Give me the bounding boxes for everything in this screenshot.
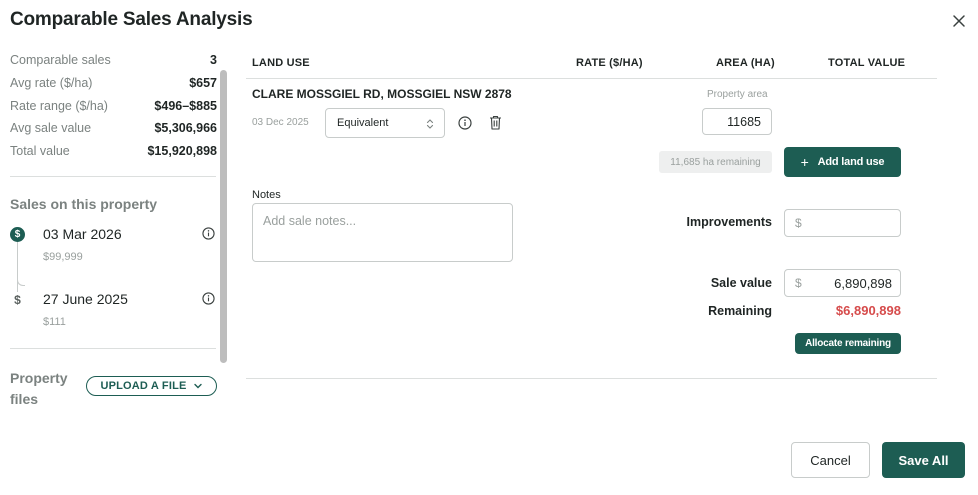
property-area-caption: Property area (707, 89, 768, 100)
property-address: CLARE MOSSGIEL RD, MOSSGIEL NSW 2878 (252, 87, 512, 101)
files-label-line: files (10, 391, 39, 407)
property-files-label: Property files (10, 368, 68, 410)
upload-file-button[interactable]: UPLOAD A FILE (86, 376, 217, 396)
sale-value-input[interactable]: $ 6,890,898 (784, 269, 901, 297)
divider (10, 348, 216, 349)
allocate-remaining-button[interactable]: Allocate remaining (795, 333, 901, 354)
land-use-select[interactable]: Equivalent (325, 108, 445, 138)
add-land-use-label: Add land use (817, 156, 885, 168)
left-panel-scrollbar[interactable] (220, 70, 227, 363)
info-icon[interactable] (202, 227, 215, 240)
header-total-value: TOTAL VALUE (828, 57, 906, 69)
chevron-down-icon (193, 383, 202, 389)
improvements-label: Improvements (686, 215, 772, 229)
sale-date: 27 June 2025 (43, 291, 128, 307)
remaining-label: Remaining (708, 304, 772, 318)
sale-value: 6,890,898 (834, 276, 892, 291)
stat-value: $496–$885 (154, 99, 217, 113)
stat-label: Comparable sales (10, 53, 111, 67)
stat-label: Rate range ($/ha) (10, 99, 108, 113)
sale-date: 03 Mar 2026 (43, 226, 122, 242)
stat-rate-range: Rate range ($/ha) $496–$885 (10, 99, 217, 113)
stat-value: $15,920,898 (147, 144, 217, 158)
section-divider (246, 378, 937, 379)
sale-price: $111 (43, 316, 66, 328)
area-input[interactable] (702, 108, 772, 135)
notes-label: Notes (252, 189, 281, 201)
stat-avg-sale-value: Avg sale value $5,306,966 (10, 121, 217, 135)
header-land-use: LAND USE (252, 57, 310, 69)
info-icon[interactable] (458, 116, 472, 130)
stat-value: 3 (210, 53, 217, 67)
sale-price: $99,999 (43, 251, 83, 263)
stat-avg-rate: Avg rate ($/ha) $657 (10, 76, 217, 90)
cancel-button[interactable]: Cancel (791, 442, 870, 478)
stat-comparable-sales: Comparable sales 3 (10, 53, 217, 67)
improvements-input[interactable]: $ (784, 209, 901, 237)
stat-label: Avg rate ($/ha) (10, 76, 93, 90)
header-rate: RATE ($/HA) (576, 57, 643, 69)
currency-symbol: $ (795, 216, 802, 230)
land-use-select-value: Equivalent (337, 117, 389, 129)
dollar-icon: $ (10, 227, 25, 242)
stat-label: Total value (10, 144, 70, 158)
stat-value: $5,306,966 (154, 121, 217, 135)
add-land-use-button[interactable]: + Add land use (784, 147, 901, 177)
header-divider (246, 78, 937, 79)
sales-section-title: Sales on this property (10, 196, 158, 212)
timeline-curve (17, 276, 25, 286)
stat-total-value: Total value $15,920,898 (10, 144, 217, 158)
save-all-button[interactable]: Save All (882, 442, 965, 478)
info-icon[interactable] (202, 292, 215, 305)
stat-label: Avg sale value (10, 121, 92, 135)
modal-title: Comparable Sales Analysis (10, 9, 253, 30)
files-label-line: Property (10, 370, 68, 386)
upload-file-label: UPLOAD A FILE (100, 380, 187, 392)
currency-symbol: $ (795, 276, 802, 290)
select-caret-icon (426, 119, 434, 129)
close-icon[interactable] (950, 12, 968, 30)
row-date: 03 Dec 2025 (252, 117, 309, 128)
dollar-icon: $ (14, 292, 21, 307)
stat-value: $657 (189, 76, 217, 90)
remaining-area-badge: 11,685 ha remaining (659, 151, 772, 173)
remaining-value: $6,890,898 (835, 303, 901, 318)
plus-icon: + (800, 154, 809, 170)
sale-value-label: Sale value (710, 276, 772, 290)
notes-input[interactable] (252, 203, 513, 262)
divider (10, 176, 216, 177)
timeline-line (17, 242, 18, 292)
header-area: AREA (HA) (716, 57, 775, 69)
trash-icon[interactable] (489, 115, 502, 130)
